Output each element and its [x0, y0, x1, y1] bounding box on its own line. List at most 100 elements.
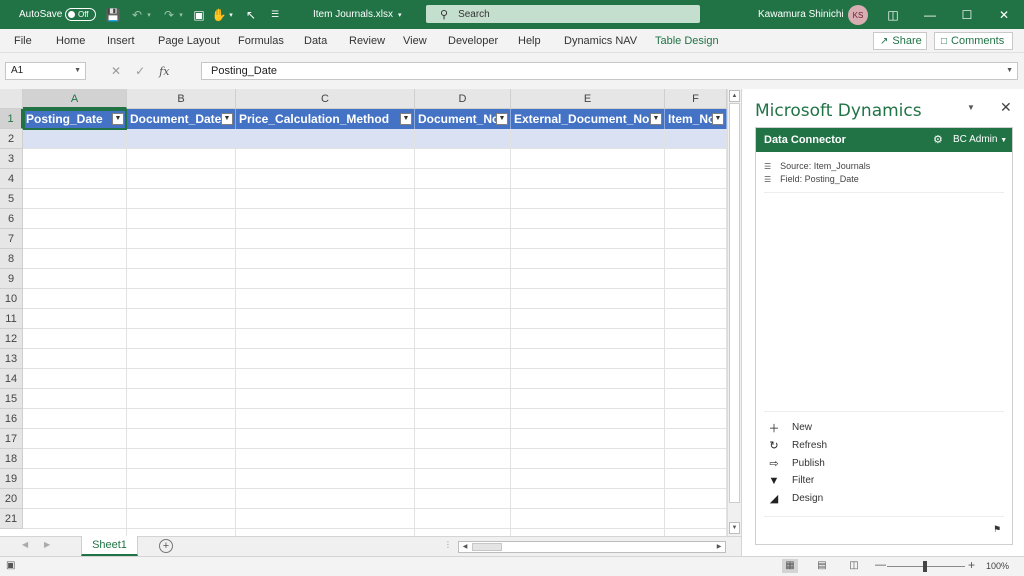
scroll-left-icon[interactable]: ◀ — [459, 542, 471, 552]
zoom-level[interactable]: 100% — [986, 561, 1009, 571]
close-icon[interactable]: ✕ — [992, 0, 1016, 29]
sheet-tab[interactable]: Sheet1 — [81, 536, 138, 556]
row-header-3[interactable]: 3 — [0, 149, 23, 169]
table-header-cell[interactable]: External_Document_No ▼ — [511, 109, 665, 129]
expand-formula-icon[interactable]: ▼ — [1006, 63, 1013, 79]
column-header-d[interactable]: D — [415, 89, 511, 109]
ribbon-display-icon[interactable]: ◫ — [881, 0, 905, 29]
name-box[interactable]: A1 ▼ — [5, 62, 86, 80]
table-header-cell[interactable]: Price_Calculation_Method ▼ — [236, 109, 415, 129]
row-header-12[interactable]: 12 — [0, 329, 23, 349]
tab-home[interactable]: Home — [56, 29, 85, 53]
tab-insert[interactable]: Insert — [107, 29, 135, 53]
row-header-16[interactable]: 16 — [0, 409, 23, 429]
row-header-18[interactable]: 18 — [0, 449, 23, 469]
filter-dropdown-icon[interactable]: ▼ — [221, 113, 233, 125]
column-header-b[interactable]: B — [127, 89, 236, 109]
worksheet-grid[interactable]: A B C D E F 1 2 3 4 5 6 7 8 9 10 11 12 13 14 15 16 17 18 19 20 21 P… — [0, 89, 727, 536]
row-header-14[interactable]: 14 — [0, 369, 23, 389]
filter-dropdown-icon[interactable]: ▼ — [712, 113, 724, 125]
save-icon[interactable]: 💾 — [104, 0, 122, 29]
row-header-17[interactable]: 17 — [0, 429, 23, 449]
zoom-out-icon[interactable]: — — [875, 559, 886, 571]
vertical-scrollbar[interactable]: ▲ ▼ — [727, 89, 741, 536]
normal-view-icon[interactable]: ▦ — [782, 559, 798, 573]
row-header-9[interactable]: 9 — [0, 269, 23, 289]
row-header-5[interactable]: 5 — [0, 189, 23, 209]
split-handle-icon[interactable]: ⋮ — [444, 540, 452, 549]
design-button[interactable]: ◢ Design — [764, 490, 1004, 508]
page-break-view-icon[interactable]: ◫ — [846, 559, 862, 573]
horizontal-scroll-thumb[interactable] — [472, 543, 502, 551]
row-header-4[interactable]: 4 — [0, 169, 23, 189]
row-header-20[interactable]: 20 — [0, 489, 23, 509]
pane-options-icon[interactable]: ▼ — [967, 103, 975, 112]
column-header-a[interactable]: A — [23, 89, 127, 109]
comments-button[interactable]: □ Comments — [934, 32, 1013, 50]
filter-button[interactable]: ▼ Filter — [764, 472, 1004, 490]
zoom-slider-thumb[interactable] — [923, 561, 927, 572]
autosave-toggle[interactable]: Off — [65, 8, 96, 21]
publish-button[interactable]: ⇨ Publish — [764, 454, 1004, 472]
row-header-15[interactable]: 15 — [0, 389, 23, 409]
tab-dynamics-nav[interactable]: Dynamics NAV — [564, 29, 637, 53]
table-header-cell[interactable]: Document_Date ▼ — [127, 109, 236, 129]
add-sheet-icon[interactable]: + — [159, 539, 173, 553]
sheet-prev-icon[interactable]: ◀ — [22, 540, 28, 549]
minimize-icon[interactable]: — — [918, 0, 942, 29]
undo-dropdown-icon[interactable]: ▾ — [140, 0, 158, 29]
scroll-right-icon[interactable]: ▶ — [713, 542, 725, 552]
cancel-icon[interactable]: ✕ — [111, 64, 121, 78]
vertical-scroll-thumb[interactable] — [729, 103, 740, 503]
avatar[interactable]: KS — [848, 5, 868, 25]
row-header-19[interactable]: 19 — [0, 469, 23, 489]
touch-dropdown-icon[interactable]: ▾ — [222, 0, 240, 29]
row-header-10[interactable]: 10 — [0, 289, 23, 309]
insert-function-icon[interactable]: fx — [159, 65, 169, 78]
pointer-icon[interactable]: ↖ — [242, 0, 260, 29]
filter-dropdown-icon[interactable]: ▼ — [496, 113, 508, 125]
formula-input[interactable]: Posting_Date ▼ — [201, 62, 1018, 80]
row-header-21[interactable]: 21 — [0, 509, 23, 529]
gear-icon[interactable]: ⚙ — [933, 128, 943, 152]
tab-view[interactable]: View — [403, 29, 427, 53]
redo-dropdown-icon[interactable]: ▾ — [172, 0, 190, 29]
column-header-c[interactable]: C — [236, 89, 415, 109]
row-header-1[interactable]: 1 — [0, 109, 23, 129]
search-input[interactable]: ⚲ Search — [426, 5, 700, 23]
tab-developer[interactable]: Developer — [448, 29, 498, 53]
row-header-2[interactable]: 2 — [0, 129, 23, 149]
new-button[interactable]: ＋ New — [764, 419, 1004, 437]
share-button[interactable]: ↗ Share — [873, 32, 927, 50]
row-header-7[interactable]: 7 — [0, 229, 23, 249]
table-header-cell[interactable]: Document_No ▼ — [415, 109, 511, 129]
page-layout-view-icon[interactable]: ▤ — [814, 559, 830, 573]
row-header-8[interactable]: 8 — [0, 249, 23, 269]
table-header-cell[interactable]: Item_No ▼ — [665, 109, 727, 129]
connector-user-menu[interactable]: BC Admin ▼ — [953, 128, 1007, 153]
camera-icon[interactable]: ▣ — [190, 0, 208, 29]
flag-icon[interactable]: ⚑ — [993, 524, 1001, 535]
enter-icon[interactable]: ✓ — [135, 64, 145, 78]
zoom-in-icon[interactable]: + — [968, 558, 975, 572]
filter-dropdown-icon[interactable]: ▼ — [400, 113, 412, 125]
column-header-f[interactable]: F — [665, 89, 727, 109]
scroll-up-icon[interactable]: ▲ — [729, 90, 740, 102]
sheet-next-icon[interactable]: ▶ — [44, 540, 50, 549]
filter-dropdown-icon[interactable]: ▼ — [650, 113, 662, 125]
macro-record-icon[interactable]: ▣ — [6, 560, 15, 571]
tab-page-layout[interactable]: Page Layout — [158, 29, 220, 53]
file-title[interactable]: Item Journals.xlsx ▾ — [313, 0, 402, 29]
row-header-11[interactable]: 11 — [0, 309, 23, 329]
row-header-6[interactable]: 6 — [0, 209, 23, 229]
tab-help[interactable]: Help — [518, 29, 541, 53]
refresh-button[interactable]: ↻ Refresh — [764, 437, 1004, 455]
select-all-corner[interactable] — [0, 89, 23, 109]
tab-file[interactable]: File — [14, 29, 32, 53]
row-header-13[interactable]: 13 — [0, 349, 23, 369]
customize-icon[interactable]: ☰ — [266, 0, 284, 29]
column-header-e[interactable]: E — [511, 89, 665, 109]
horizontal-scrollbar[interactable]: ◀ ▶ — [458, 541, 726, 553]
table-data-row[interactable] — [23, 129, 727, 149]
tab-data[interactable]: Data — [304, 29, 327, 53]
